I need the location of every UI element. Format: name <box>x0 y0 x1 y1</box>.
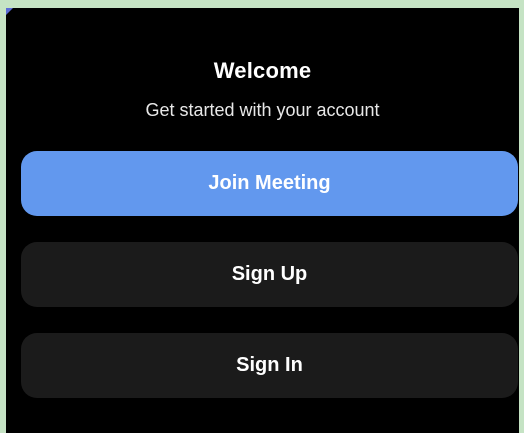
welcome-subtitle: Get started with your account <box>145 100 380 120</box>
sign-up-button[interactable]: Sign Up <box>21 242 518 307</box>
join-meeting-button[interactable]: Join Meeting <box>21 151 518 216</box>
welcome-title: Welcome <box>213 58 312 83</box>
corner-marker <box>6 8 13 15</box>
welcome-screen: Welcome Get started with your account Jo… <box>6 8 519 433</box>
sign-in-button[interactable]: Sign In <box>21 333 518 398</box>
